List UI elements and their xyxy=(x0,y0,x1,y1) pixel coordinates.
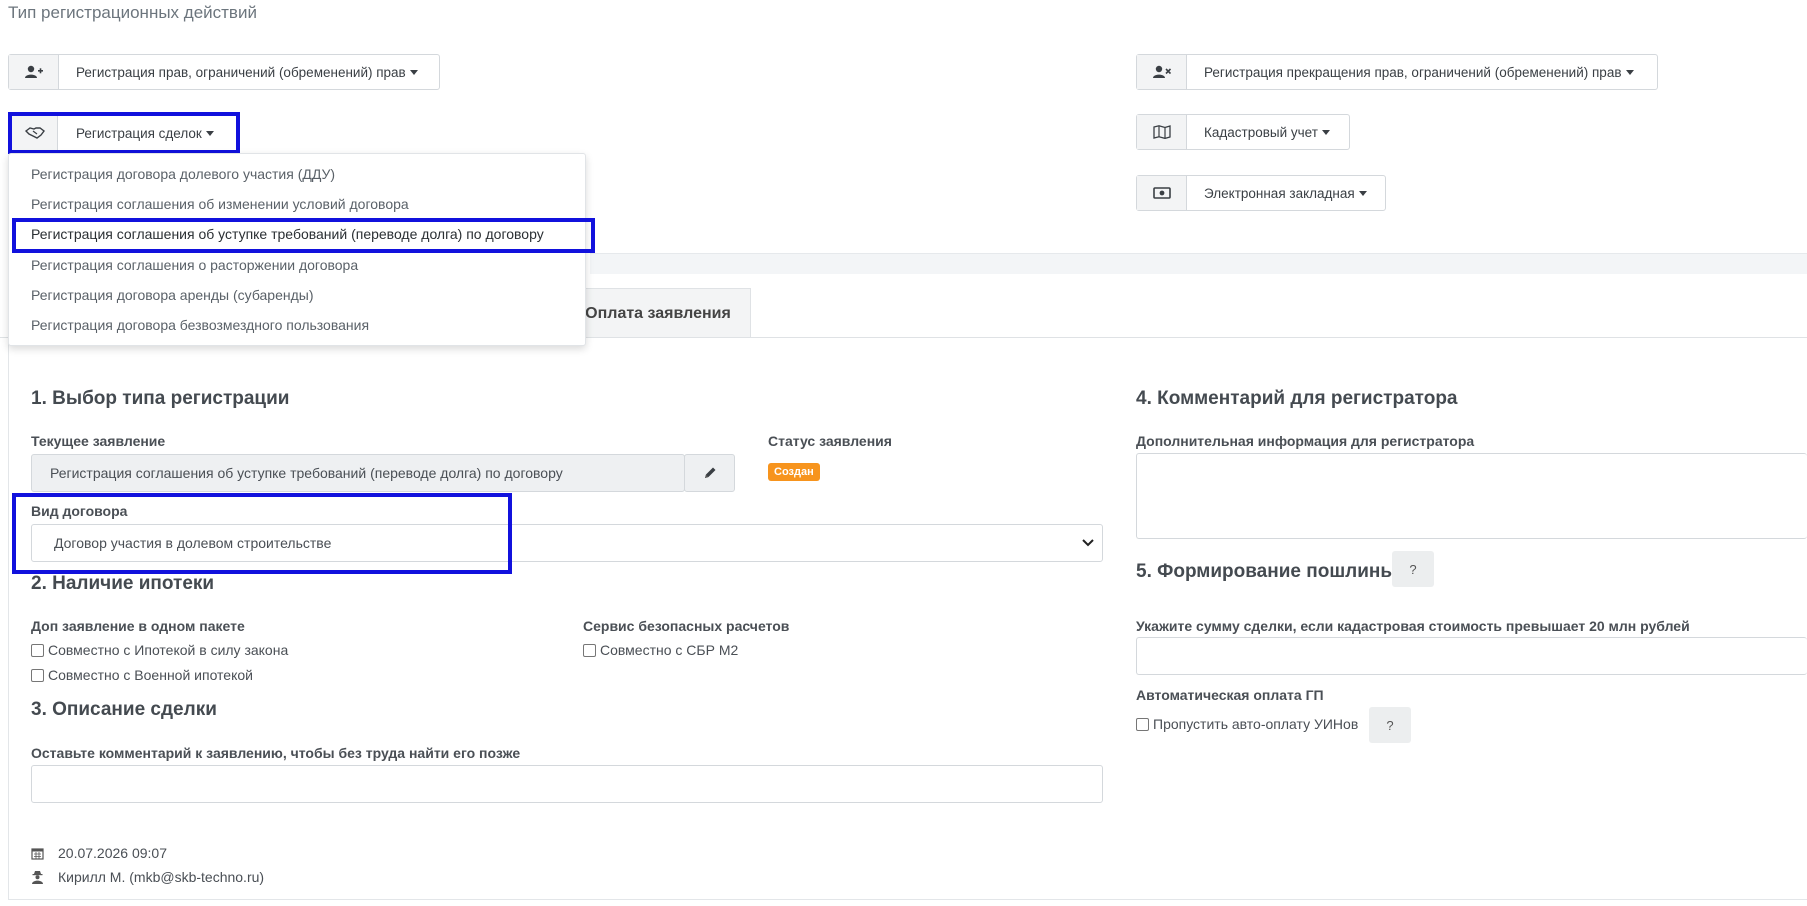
section1-title: 1. Выбор типа регистрации xyxy=(31,388,290,409)
mortgage-law-checkbox[interactable] xyxy=(31,643,44,657)
safe-payment-service-label: Сервис безопасных расчетов xyxy=(583,618,790,634)
cadastral-button[interactable]: Кадастровый учет xyxy=(1136,114,1350,150)
electronic-mortgage-button[interactable]: Электронная закладная xyxy=(1136,175,1386,211)
skip-autopay-checkbox[interactable] xyxy=(1136,717,1149,731)
military-mortgage-label: Совместно с Военной ипотекой xyxy=(48,667,253,683)
electronic-mortgage-label: Электронная закладная xyxy=(1204,185,1355,201)
user-secret-icon xyxy=(32,871,43,884)
deals-registration-button[interactable]: Регистрация сделок xyxy=(12,116,236,150)
checkbox-row-skip-autopay: Пропустить авто-оплату УИНов xyxy=(1136,716,1358,732)
current-application-value: Регистрация соглашения об уступке требов… xyxy=(50,465,563,481)
edit-application-button[interactable] xyxy=(684,454,735,492)
additional-application-label: Доп заявление в одном пакете xyxy=(31,618,245,634)
created-date: 20.07.2026 09:07 xyxy=(58,845,167,861)
pencil-icon xyxy=(704,467,715,478)
dropdown-item-termination-agreement[interactable]: Регистрация соглашения о расторжении дог… xyxy=(31,257,358,273)
author: Кирилл М. (mkb@skb-techno.ru) xyxy=(58,869,265,885)
current-application-field: Регистрация соглашения об уступке требов… xyxy=(31,454,685,492)
tab-payment[interactable]: Оплата заявления xyxy=(565,288,751,338)
dropdown-item-ddu[interactable]: Регистрация договора долевого участия (Д… xyxy=(31,166,335,182)
section5-title: 5. Формирование пошлины xyxy=(1136,561,1397,582)
mortgage-law-label: Совместно с Ипотекой в силу закона xyxy=(48,642,289,658)
caret-down-icon xyxy=(1321,129,1330,135)
sbr-label: Совместно с СБР М2 xyxy=(600,642,739,658)
caret-down-icon xyxy=(205,130,214,136)
autopay-help-button[interactable]: ? xyxy=(1369,707,1411,743)
auto-payment-label: Автоматическая оплата ГП xyxy=(1136,687,1324,703)
chevron-down-icon xyxy=(1082,539,1094,547)
deal-sum-input[interactable] xyxy=(1136,637,1807,675)
skip-autopay-label: Пропустить авто-оплату УИНов xyxy=(1153,716,1359,732)
checkbox-row-mortgage-law: Совместно с Ипотекой в силу закона xyxy=(31,642,288,658)
checkbox-row-sbr: Совместно с СБР М2 xyxy=(583,642,738,658)
section-title: Тип регистрационных действий xyxy=(8,3,257,22)
registrar-info-textarea[interactable] xyxy=(1136,453,1807,539)
caret-down-icon xyxy=(1358,190,1367,196)
termination-registration-button[interactable]: Регистрация прекращения прав, ограничени… xyxy=(1136,54,1658,90)
military-mortgage-checkbox[interactable] xyxy=(31,668,44,682)
deals-registration-label: Регистрация сделок xyxy=(76,125,202,141)
money-bill-icon xyxy=(1137,176,1187,210)
deal-sum-label: Укажите сумму сделки, если кадастровая с… xyxy=(1136,618,1690,634)
comment-label: Оставьте комментарий к заявлению, чтобы … xyxy=(31,745,521,761)
calendar-icon xyxy=(31,847,44,860)
rights-registration-button[interactable]: Регистрация прав, ограничений (обременен… xyxy=(8,54,440,90)
caret-down-icon xyxy=(1625,69,1634,75)
active-item-highlight-frame xyxy=(12,218,595,253)
status-label: Статус заявления xyxy=(768,433,892,449)
section3-title: 3. Описание сделки xyxy=(31,699,217,720)
status-badge: Создан xyxy=(768,463,820,481)
contract-type-highlight-frame xyxy=(12,493,512,574)
registrar-info-label: Дополнительная информация для регистрато… xyxy=(1136,433,1475,449)
checkbox-row-military-mortgage: Совместно с Военной ипотекой xyxy=(31,667,253,683)
created-date-row: 20.07.2026 09:07 xyxy=(31,845,167,861)
termination-registration-label: Регистрация прекращения прав, ограничени… xyxy=(1204,64,1622,80)
user-times-icon xyxy=(1137,55,1187,89)
content-divider-strip xyxy=(590,253,1807,274)
map-icon xyxy=(1137,115,1187,149)
dropdown-item-free-use[interactable]: Регистрация договора безвозмездного поль… xyxy=(31,317,369,333)
sbr-checkbox[interactable] xyxy=(583,643,596,657)
comment-input[interactable] xyxy=(31,765,1103,803)
user-plus-icon xyxy=(9,55,59,89)
dropdown-item-change-agreement[interactable]: Регистрация соглашения об изменении усло… xyxy=(31,196,409,212)
rights-registration-label: Регистрация прав, ограничений (обременен… xyxy=(76,64,406,80)
current-application-label: Текущее заявление xyxy=(31,433,166,449)
author-row: Кирилл М. (mkb@skb-techno.ru) xyxy=(31,869,264,885)
section2-title: 2. Наличие ипотеки xyxy=(31,573,215,594)
dropdown-item-lease[interactable]: Регистрация договора аренды (субаренды) xyxy=(31,287,314,303)
handshake-icon xyxy=(12,116,58,150)
cadastral-label: Кадастровый учет xyxy=(1204,124,1318,140)
fee-help-button[interactable]: ? xyxy=(1392,551,1434,587)
caret-down-icon xyxy=(409,69,418,75)
section4-title: 4. Комментарий для регистратора xyxy=(1136,388,1458,409)
